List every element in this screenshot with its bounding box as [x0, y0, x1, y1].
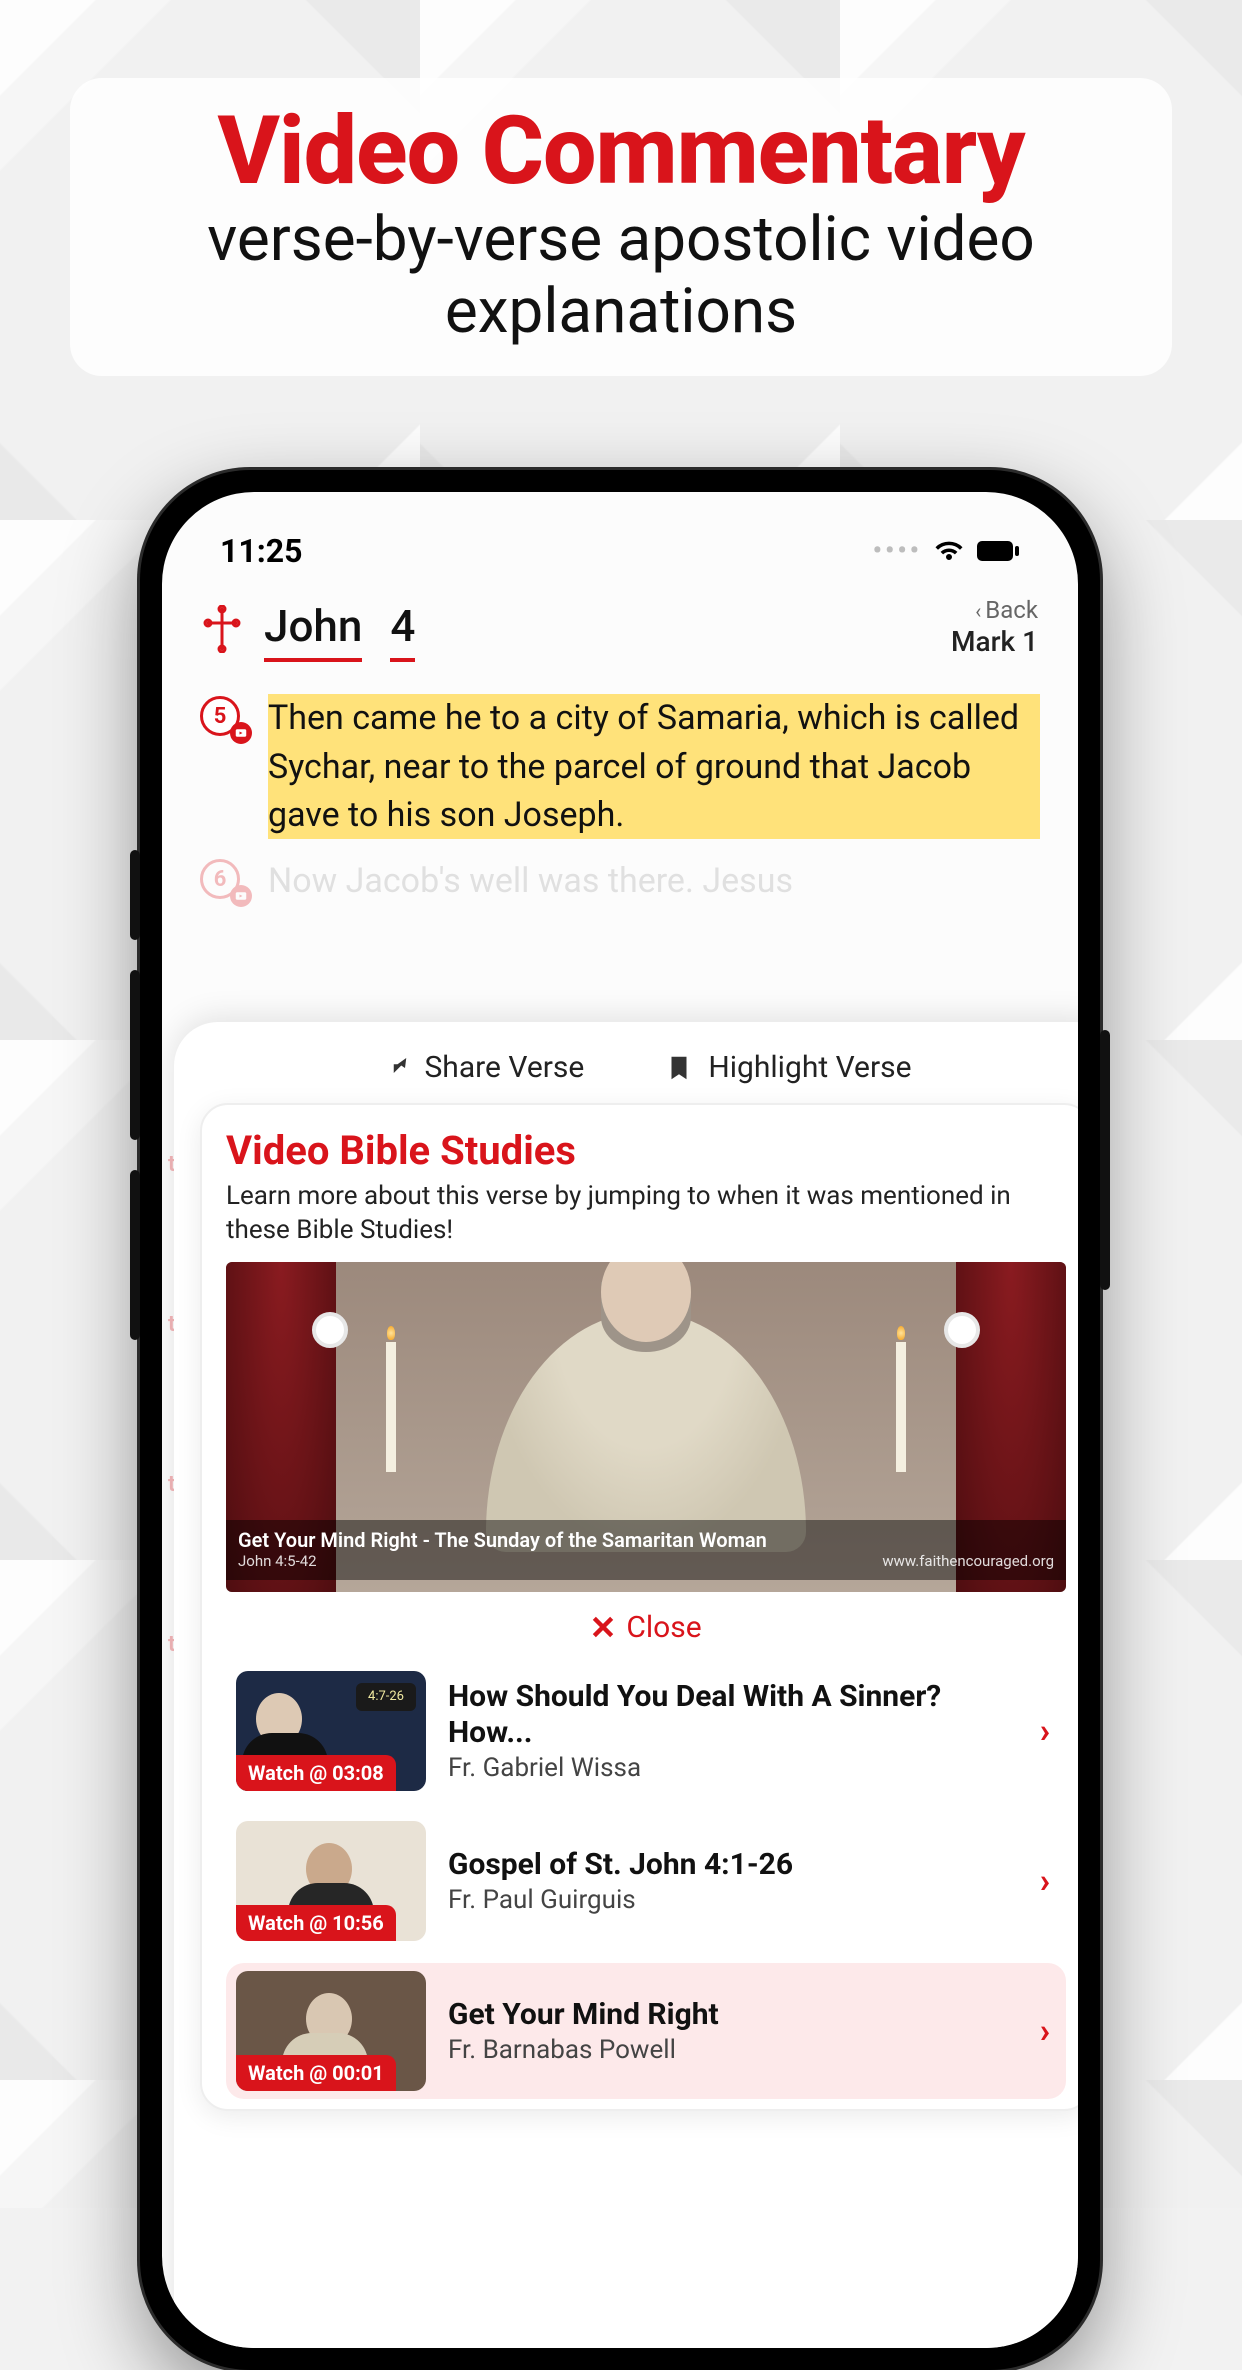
verse-row[interactable]: 5 Then came he to a city of Samaria, whi…	[200, 694, 1040, 839]
study-thumbnail: Watch @ 10:56	[236, 1821, 426, 1941]
study-item[interactable]: 4:7-26 Watch @ 03:08 How Should You Deal…	[226, 1663, 1066, 1799]
close-button[interactable]: Close	[226, 1592, 1066, 1663]
cellular-dots-icon: ••••	[873, 536, 922, 566]
watch-timestamp-pill: Watch @ 03:08	[236, 1755, 396, 1791]
share-verse-label: Share Verse	[424, 1050, 584, 1085]
video-studies-subtitle: Learn more about this verse by jumping t…	[226, 1180, 1066, 1248]
study-title: Gospel of St. John 4:1-26	[448, 1847, 1012, 1883]
study-title: Get Your Mind Right	[448, 1997, 1012, 2033]
video-caption: Get Your Mind Right - The Sunday of the …	[226, 1520, 1066, 1580]
marketing-title-card: Video Commentary verse-by-verse apostoli…	[70, 78, 1172, 376]
marketing-subline: verse-by-verse apostolic video explanati…	[110, 204, 1132, 348]
thumbnail-badge: 4:7-26	[356, 1683, 416, 1711]
close-icon	[590, 1614, 616, 1640]
bookmark-icon	[664, 1053, 694, 1083]
back-button[interactable]: ‹Back Mark 1	[951, 596, 1038, 658]
study-thumbnail: 4:7-26 Watch @ 03:08	[236, 1671, 426, 1791]
study-author: Fr. Barnabas Powell	[448, 2035, 1012, 2065]
study-item[interactable]: Watch @ 00:01 Get Your Mind Right Fr. Ba…	[226, 1963, 1066, 2099]
verse-action-sheet: Share Verse Highlight Verse Video Bible …	[174, 1022, 1078, 2348]
phone-frame: 11:25 •••• John 4	[140, 470, 1100, 2370]
study-item[interactable]: Watch @ 10:56 Gospel of St. John 4:1-26 …	[226, 1813, 1066, 1949]
video-badge-icon	[230, 722, 252, 744]
study-thumbnail: Watch @ 00:01	[236, 1971, 426, 2091]
status-time: 11:25	[220, 532, 302, 570]
app-logo-cross-icon[interactable]	[202, 605, 242, 653]
chapter-selector[interactable]: 4	[390, 600, 415, 658]
chevron-right-icon: ›	[1034, 1711, 1056, 1751]
study-author: Fr. Gabriel Wissa	[448, 1753, 1012, 1783]
battery-icon	[976, 540, 1020, 562]
watch-timestamp-pill: Watch @ 10:56	[236, 1905, 396, 1941]
verse-text: Then came he to a city of Samaria, which…	[268, 694, 1040, 839]
watch-timestamp-pill: Watch @ 00:01	[236, 2055, 396, 2091]
verse-row[interactable]: 6 Now Jacob's well was there. Jesus	[200, 857, 1040, 905]
close-label: Close	[626, 1610, 701, 1645]
chevron-right-icon: ›	[1034, 1861, 1056, 1901]
study-list: 4:7-26 Watch @ 03:08 How Should You Deal…	[226, 1663, 1066, 2099]
study-author: Fr. Paul Guirguis	[448, 1885, 1012, 1915]
video-studies-card: Video Bible Studies Learn more about thi…	[200, 1103, 1078, 2111]
chevron-left-icon: ‹	[975, 599, 981, 623]
back-label: Back	[985, 596, 1038, 624]
share-icon	[380, 1053, 410, 1083]
video-studies-title: Video Bible Studies	[226, 1127, 1066, 1174]
status-bar: 11:25 ••••	[162, 492, 1078, 580]
chevron-right-icon: ›	[1034, 2011, 1056, 2051]
highlight-verse-label: Highlight Verse	[708, 1050, 911, 1085]
study-title: How Should You Deal With A Sinner? How..…	[448, 1679, 1012, 1751]
previous-reference: Mark 1	[951, 625, 1038, 659]
phone-screen: 11:25 •••• John 4	[162, 492, 1078, 2348]
verse-list: 5 Then came he to a city of Samaria, whi…	[162, 676, 1078, 905]
book-selector[interactable]: John	[264, 600, 362, 658]
app-header: John 4 ‹Back Mark 1	[162, 580, 1078, 676]
video-badge-icon	[230, 885, 252, 907]
highlight-verse-button[interactable]: Highlight Verse	[664, 1050, 911, 1085]
verse-text: Now Jacob's well was there. Jesus	[268, 857, 793, 905]
video-player[interactable]: Get Your Mind Right - The Sunday of the …	[226, 1262, 1066, 1592]
wifi-icon	[934, 539, 964, 563]
share-verse-button[interactable]: Share Verse	[380, 1050, 584, 1085]
marketing-headline: Video Commentary	[110, 102, 1132, 202]
